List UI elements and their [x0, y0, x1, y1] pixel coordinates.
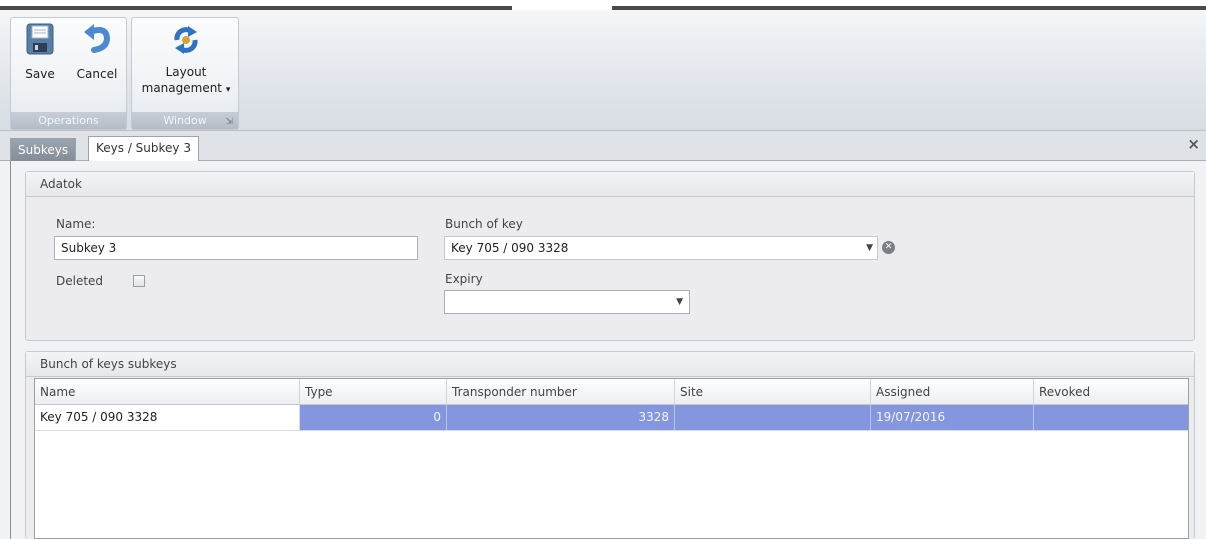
- ribbon-group-operations: Save Cancel Operations: [10, 17, 127, 130]
- layout-management-button[interactable]: Layout management ▾: [134, 22, 238, 98]
- cell-transponder[interactable]: 3328: [447, 405, 675, 430]
- column-header-site[interactable]: Site: [675, 379, 871, 405]
- ribbon: Save Cancel Operations Layout management: [0, 10, 1206, 131]
- tab-subkeys[interactable]: Subkeys: [10, 138, 77, 162]
- dialog-launcher-icon[interactable]: ⇲: [225, 117, 233, 127]
- cell-revoked[interactable]: [1034, 405, 1188, 430]
- column-header-name[interactable]: Name: [35, 379, 300, 405]
- column-header-transponder[interactable]: Transponder number: [447, 379, 675, 405]
- grid-header: Name Type Transponder number Site Assign…: [35, 379, 1188, 405]
- undo-arrow-icon: [84, 24, 111, 53]
- subkeys-grid: Name Type Transponder number Site Assign…: [34, 378, 1189, 539]
- cell-site[interactable]: [675, 405, 871, 430]
- cancel-button[interactable]: Cancel: [71, 22, 123, 82]
- window-top-strip: [0, 0, 1206, 10]
- layout-management-label: Layout management ▾: [134, 64, 238, 98]
- bunch-of-key-value: Key 705 / 090 3328: [451, 241, 569, 255]
- expiry-date-combo[interactable]: ▼: [444, 290, 690, 314]
- column-header-revoked[interactable]: Revoked: [1034, 379, 1188, 405]
- deleted-checkbox[interactable]: [133, 275, 145, 287]
- save-button[interactable]: Save: [17, 22, 63, 82]
- expiry-label: Expiry: [445, 272, 483, 286]
- layout-label-line1: Layout: [165, 65, 207, 79]
- deleted-label: Deleted: [56, 274, 104, 288]
- layout-label-line2: management: [141, 81, 223, 95]
- cell-name[interactable]: Key 705 / 090 3328: [35, 405, 300, 430]
- circular-arrows-icon: [174, 26, 198, 54]
- bunch-of-key-label: Bunch of key: [445, 217, 523, 231]
- chevron-down-icon[interactable]: ▼: [676, 291, 683, 313]
- chevron-down-icon[interactable]: ▼: [866, 237, 873, 259]
- cell-type[interactable]: 0: [300, 405, 447, 430]
- content-left-border: [10, 161, 11, 539]
- cell-assigned[interactable]: 19/07/2016: [871, 405, 1034, 430]
- adatok-panel-title: Adatok: [26, 172, 1194, 197]
- name-label: Name:: [56, 217, 96, 231]
- floppy-disk-icon: [26, 23, 54, 55]
- cancel-label: Cancel: [76, 67, 118, 81]
- ribbon-caption-window: Window: [132, 112, 238, 129]
- window-caption-text: Window: [163, 114, 207, 127]
- name-input[interactable]: Subkey 3: [54, 236, 418, 260]
- ribbon-group-window: Layout management ▾ Window ⇲: [131, 17, 239, 130]
- bunch-of-key-combo[interactable]: Key 705 / 090 3328 ▼: [444, 236, 878, 260]
- column-header-assigned[interactable]: Assigned: [871, 379, 1034, 405]
- document-tab-bar: Subkeys Keys / Subkey 3: [0, 131, 1206, 163]
- table-row[interactable]: Key 705 / 090 3328 0 3328 19/07/2016: [35, 405, 1188, 431]
- close-tab-icon[interactable]: ×: [1187, 135, 1200, 153]
- ribbon-caption-operations: Operations: [11, 112, 126, 129]
- subkeys-panel-title: Bunch of keys subkeys: [26, 352, 1194, 377]
- column-header-type[interactable]: Type: [300, 379, 447, 405]
- clear-icon[interactable]: ✕: [882, 241, 895, 254]
- chevron-down-icon: ▾: [225, 85, 231, 95]
- save-label: Save: [25, 67, 55, 81]
- tab-keys-subkey-3[interactable]: Keys / Subkey 3: [88, 136, 199, 163]
